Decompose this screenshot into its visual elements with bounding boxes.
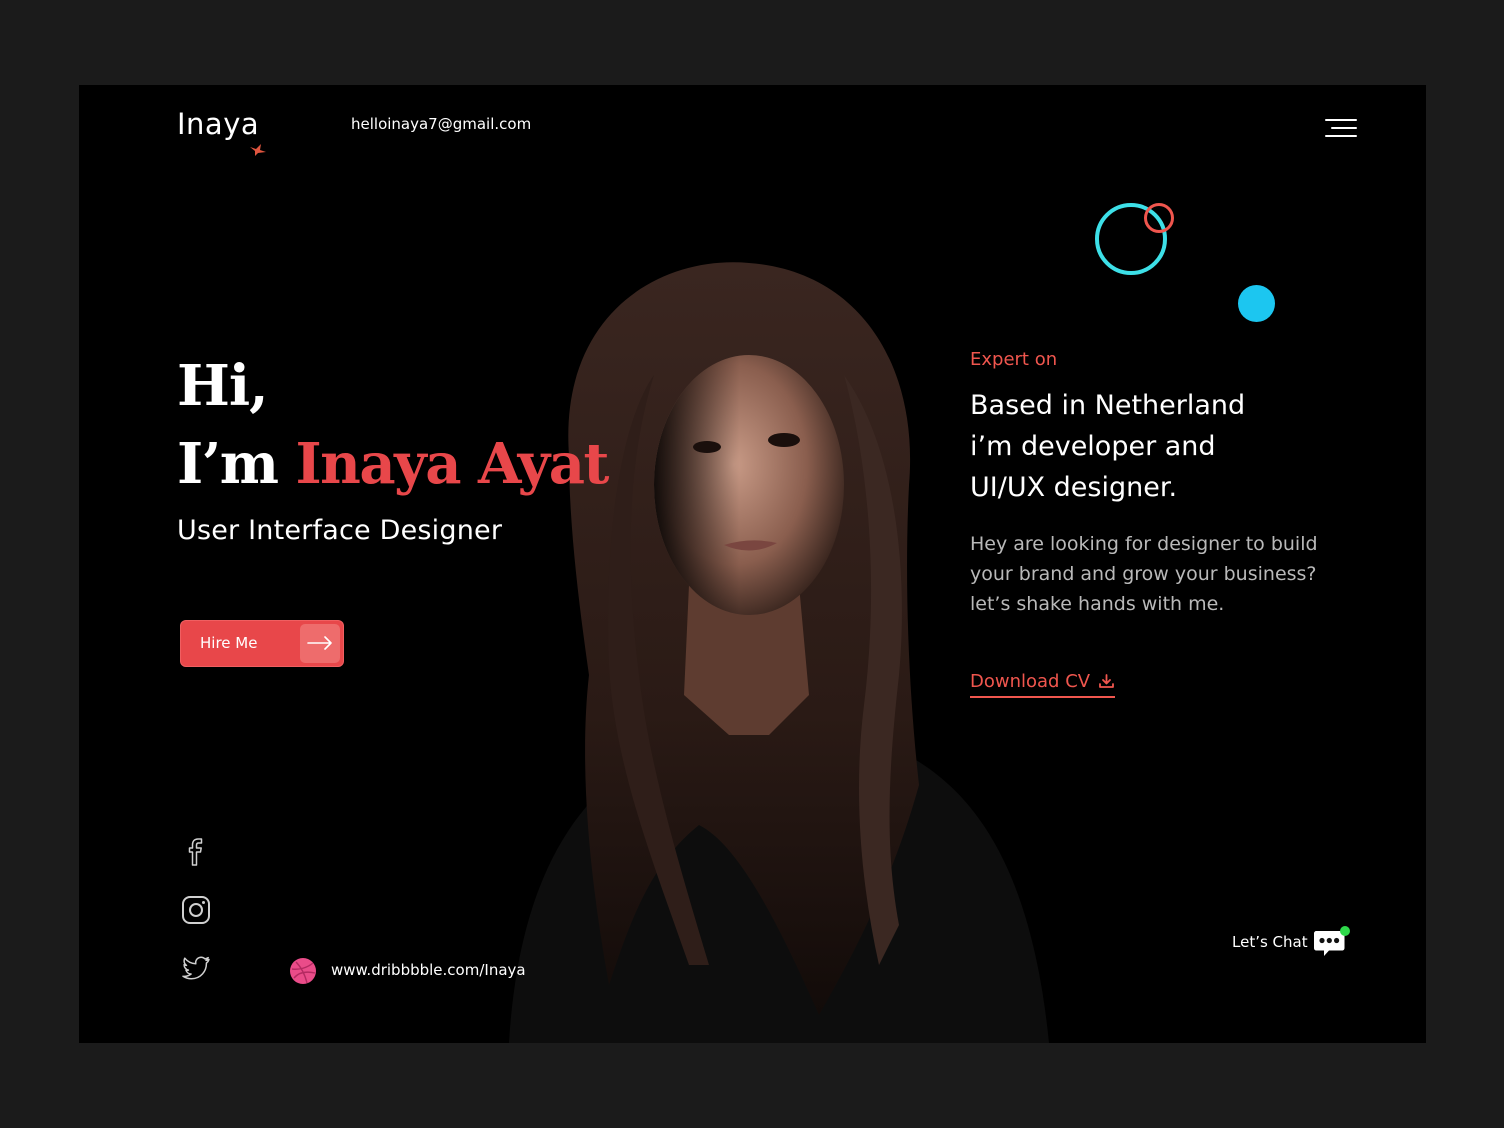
download-icon: [1098, 674, 1114, 688]
lets-chat-label[interactable]: Let’s Chat: [1232, 933, 1308, 951]
about-description: Hey are looking for designer to build yo…: [970, 529, 1360, 619]
greeting-heading: Hi,: [177, 353, 269, 419]
dribbble-link[interactable]: www.dribbbble.com/Inaya: [331, 961, 526, 979]
download-cv-label: Download CV: [970, 671, 1091, 692]
logo-mark-icon: [250, 144, 266, 156]
intro-heading: I’m Inaya Ayat: [177, 431, 609, 497]
instagram-icon[interactable]: [179, 893, 213, 927]
about-description-line: let’s shake hands with me.: [970, 593, 1225, 615]
hire-me-label: Hire Me: [200, 634, 258, 652]
hamburger-menu-icon[interactable]: [1321, 117, 1357, 141]
logo-text[interactable]: Inaya: [177, 107, 259, 141]
about-headline-line: i’m developer and: [970, 431, 1216, 462]
arrow-right-icon: [300, 624, 340, 663]
dribbble-icon[interactable]: [289, 957, 317, 985]
about-headline-line: Based in Netherland: [970, 390, 1246, 421]
about-headline-line: UI/UX designer.: [970, 472, 1178, 503]
about-headline: Based in Netherland i’m developer and UI…: [970, 385, 1390, 508]
about-description-line: your brand and grow your business?: [970, 563, 1317, 585]
twitter-icon[interactable]: [179, 951, 213, 985]
intro-prefix: I’m: [177, 431, 279, 497]
portfolio-page: Inaya helloinaya7@gmail.com Hi, I’m Inay…: [79, 85, 1426, 1043]
facebook-icon[interactable]: [179, 835, 213, 869]
chat-bubble-icon[interactable]: [1311, 925, 1351, 961]
expert-label: Expert on: [970, 349, 1058, 370]
download-cv-link[interactable]: Download CV: [970, 671, 1115, 698]
email-link[interactable]: helloinaya7@gmail.com: [351, 115, 531, 133]
portrait-photo: [509, 262, 1049, 1043]
role-subtitle: User Interface Designer: [177, 515, 503, 546]
decorative-circle-red: [1144, 203, 1174, 233]
about-description-line: Hey are looking for designer to build: [970, 533, 1318, 555]
hire-me-button[interactable]: Hire Me: [180, 620, 344, 667]
decorative-circle-blue: [1238, 285, 1275, 322]
intro-name: Inaya Ayat: [295, 431, 609, 497]
